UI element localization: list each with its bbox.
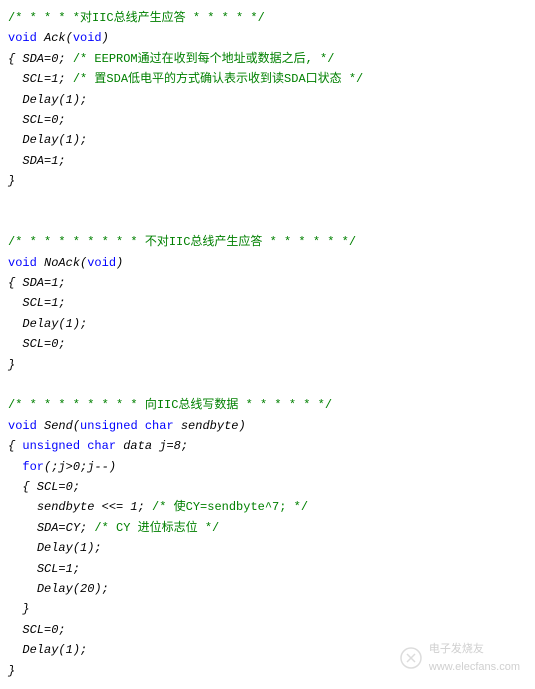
code-line: Delay(1); [8,314,527,334]
code-line: /* * * * *对IIC总线产生应答 * * * * */ [8,8,527,28]
watermark-text2: www.elecfans.com [429,658,520,677]
code-line: { SDA=0; /* EEPROM通过在收到每个地址或数据之后, */ [8,49,527,69]
watermark-text1: 电子发烧友 [429,640,520,659]
code-line: Delay(1); [8,130,527,150]
code-line: { SCL=0; [8,477,527,497]
code-line: void Send(unsigned char sendbyte) [8,416,527,436]
code-line: } [8,171,527,191]
code-line: SCL=0; [8,620,527,640]
code-line: SDA=CY; /* CY 进位标志位 */ [8,518,527,538]
code-line: SCL=0; [8,110,527,130]
code-line: /* * * * * * * * * 向IIC总线写数据 * * * * * *… [8,395,527,415]
code-line [8,212,527,232]
code-line: void NoAck(void) [8,253,527,273]
code-line: SCL=1; [8,293,527,313]
code-line: SDA=1; [8,151,527,171]
code-line: } [8,599,527,619]
code-line: SCL=1; [8,559,527,579]
code-line: /* * * * * * * * * 不对IIC总线产生应答 * * * * *… [8,232,527,252]
code-line: Delay(1); [8,538,527,558]
code-line: { SDA=1; [8,273,527,293]
code-line: for(;j>0;j--) [8,457,527,477]
code-block: /* * * * *对IIC总线产生应答 * * * * */void Ack(… [8,8,527,681]
code-line: } [8,355,527,375]
code-line: Delay(1); [8,90,527,110]
code-line: sendbyte <<= 1; /* 使CY=sendbyte^7; */ [8,497,527,517]
watermark-icon [399,646,423,670]
watermark: 电子发烧友 www.elecfans.com [399,640,520,677]
code-line: SCL=1; /* 置SDA低电平的方式确认表示收到读SDA口状态 */ [8,69,527,89]
code-line [8,375,527,395]
code-line: { unsigned char data j=8; [8,436,527,456]
code-line: SCL=0; [8,334,527,354]
code-line [8,192,527,212]
code-line: void Ack(void) [8,28,527,48]
code-line: Delay(20); [8,579,527,599]
